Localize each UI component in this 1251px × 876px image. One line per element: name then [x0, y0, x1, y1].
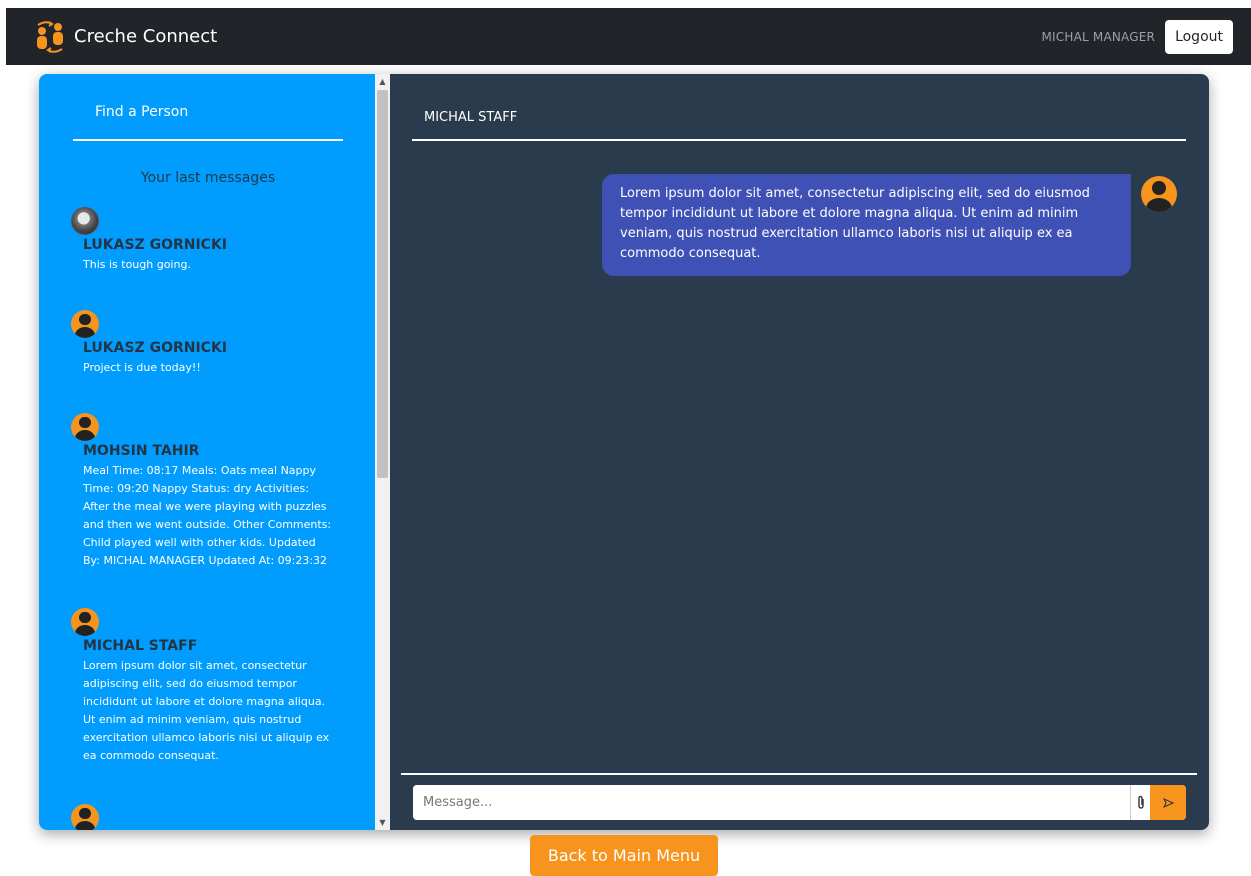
- scroll-down-icon[interactable]: ▼: [375, 815, 390, 830]
- current-user-name: MICHAL MANAGER: [1041, 29, 1156, 44]
- conversation-preview: This is tough going.: [83, 258, 191, 271]
- paperclip-icon[interactable]: [1130, 785, 1150, 820]
- conversation-name: LUKASZ GORNICKI: [83, 340, 228, 356]
- sidebar-scrollbar[interactable]: ▲ ▼: [375, 74, 390, 830]
- top-navbar: Creche Connect MICHAL MANAGER Logout: [6, 8, 1251, 65]
- scroll-up-icon[interactable]: ▲: [375, 74, 390, 89]
- brand-name: Creche Connect: [74, 26, 218, 47]
- user-icon: [71, 608, 99, 636]
- send-icon[interactable]: [1150, 785, 1186, 820]
- conversation-preview: Project is due today!!: [83, 361, 201, 374]
- message-composer: [413, 785, 1186, 820]
- conversation-sidebar: Find a Person Your last messages LUKASZ …: [39, 74, 390, 830]
- nav-right: MICHAL MANAGER Logout: [1041, 19, 1233, 54]
- chat-panel: MICHAL STAFF Lorem ipsum dolor sit amet,…: [390, 74, 1209, 830]
- conversation-preview: Lorem ipsum dolor sit amet, consectetur …: [83, 659, 330, 762]
- conversation-item-partial[interactable]: [71, 804, 333, 830]
- back-to-main-menu-button[interactable]: Back to Main Menu: [530, 835, 718, 876]
- messaging-card: Find a Person Your last messages LUKASZ …: [39, 74, 1209, 830]
- logout-button[interactable]: Logout: [1165, 19, 1233, 54]
- sidebar-scroll-area[interactable]: Find a Person Your last messages LUKASZ …: [39, 74, 375, 830]
- conversation-item[interactable]: MICHAL STAFF Lorem ipsum dolor sit amet,…: [71, 608, 333, 765]
- conversation-name: LUKASZ GORNICKI: [83, 237, 228, 253]
- chat-divider: [401, 773, 1197, 775]
- conversation-item[interactable]: LUKASZ GORNICKI Project is due today!!: [71, 310, 333, 377]
- brand[interactable]: Creche Connect: [32, 19, 217, 55]
- user-icon: [71, 413, 99, 441]
- user-icon: [71, 310, 99, 338]
- conversation-item[interactable]: LUKASZ GORNICKI This is tough going.: [71, 207, 333, 274]
- last-messages-title: Your last messages: [140, 170, 276, 186]
- user-icon: [1141, 176, 1177, 212]
- message-row: Lorem ipsum dolor sit amet, consectetur …: [602, 174, 1182, 276]
- user-icon: [71, 804, 99, 830]
- scroll-thumb[interactable]: [377, 90, 388, 478]
- conversation-name: MOHSIN TAHIR: [83, 443, 200, 459]
- message-bubble: Lorem ipsum dolor sit amet, consectetur …: [602, 174, 1131, 276]
- conversation-item[interactable]: MOHSIN TAHIR Meal Time: 08:17 Meals: Oat…: [71, 413, 333, 570]
- conversation-name: MICHAL STAFF: [83, 638, 198, 654]
- photo-avatar-icon: [71, 207, 99, 235]
- find-person-link[interactable]: Find a Person: [73, 104, 343, 141]
- conversation-preview: Meal Time: 08:17 Meals: Oats meal Nappy …: [83, 464, 332, 567]
- creche-logo-icon: [32, 19, 68, 55]
- message-input[interactable]: [413, 785, 1130, 820]
- chat-recipient-name: MICHAL STAFF: [412, 110, 1186, 141]
